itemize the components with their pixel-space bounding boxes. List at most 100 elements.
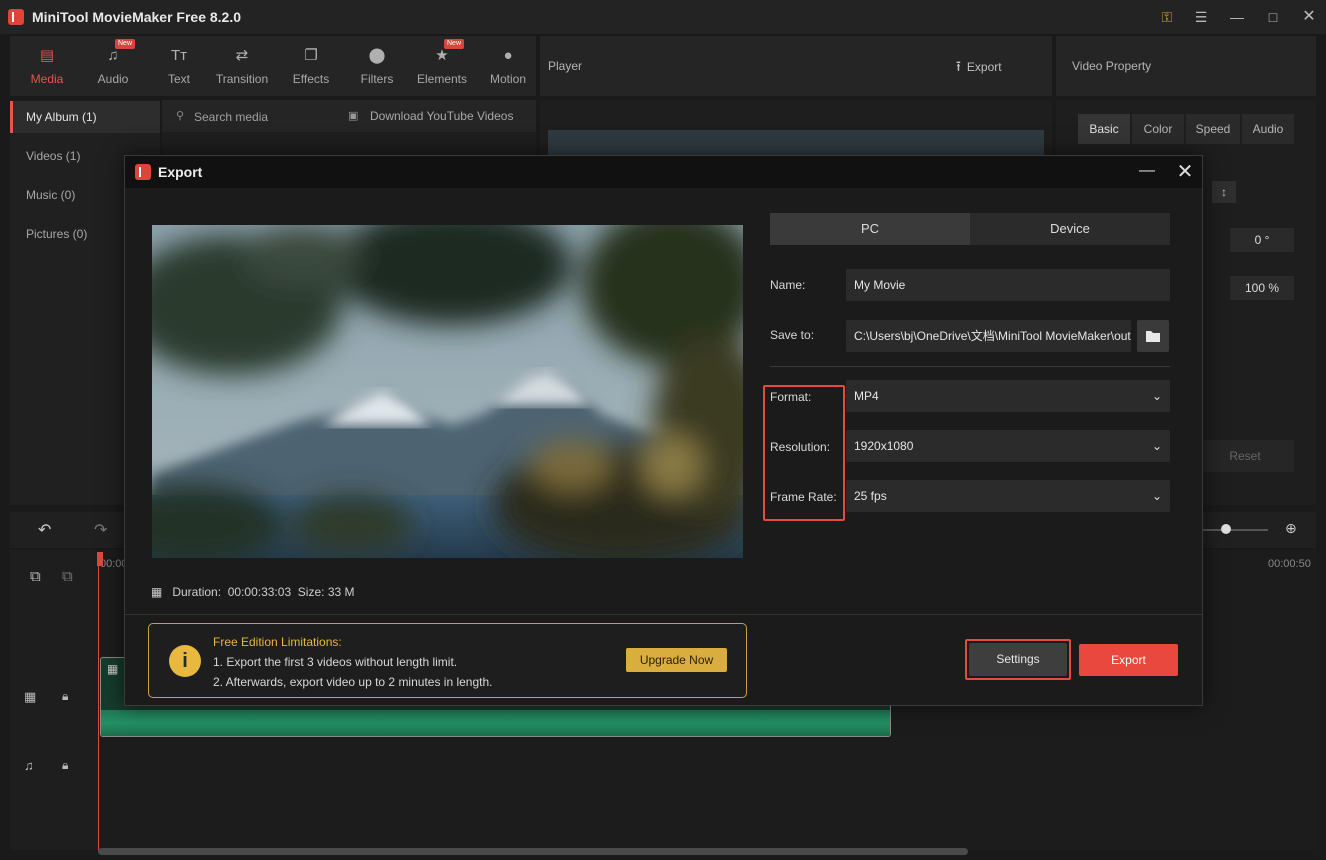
tool-media[interactable]: ▤ Media xyxy=(15,46,79,90)
player-label: Player xyxy=(548,59,583,73)
tool-label: Motion xyxy=(489,72,527,86)
app-logo-icon xyxy=(135,164,151,180)
reset-button[interactable]: Reset xyxy=(1196,440,1294,472)
timeline-scrollbar[interactable] xyxy=(98,848,968,855)
app-title: MiniTool MovieMaker Free 8.2.0 xyxy=(32,9,242,25)
chevron-down-icon: ⌄ xyxy=(1151,389,1162,403)
tab-audio[interactable]: Audio xyxy=(1242,114,1294,144)
zoom-slider[interactable] xyxy=(1200,529,1268,531)
tab-device[interactable]: Device xyxy=(970,213,1170,245)
playhead[interactable] xyxy=(98,552,99,852)
browse-folder-button[interactable] xyxy=(1137,320,1169,352)
text-icon: Tᴛ xyxy=(170,47,188,64)
tool-label: Media xyxy=(30,72,64,86)
free-edition-limit-notice: i Free Edition Limitations: 1. Export th… xyxy=(148,623,747,698)
divider xyxy=(770,366,1170,367)
settings-button[interactable]: Settings xyxy=(969,643,1067,676)
music-track-icon: ♫ xyxy=(24,758,34,773)
tab-basic[interactable]: Basic xyxy=(1078,114,1130,144)
zoom-in-icon[interactable]: ⊕ xyxy=(1285,520,1297,537)
zoom-slider-thumb[interactable] xyxy=(1221,524,1231,534)
resolution-select[interactable]: 1920x1080 ⌄ xyxy=(846,430,1170,462)
tool-elements[interactable]: New ★ Elements xyxy=(410,39,474,90)
clip-audio-waveform xyxy=(101,710,890,736)
name-field[interactable]: My Movie xyxy=(846,269,1170,301)
format-select[interactable]: MP4 ⌄ xyxy=(846,380,1170,412)
dialog-title-bar: Export — ✕ xyxy=(125,156,1202,188)
lock-icon[interactable]: 🔒︎ xyxy=(62,758,68,773)
remove-track-icon[interactable]: ⧉ xyxy=(62,568,73,585)
add-track-icon[interactable]: ⧉ xyxy=(30,568,41,585)
search-input[interactable]: Search media xyxy=(194,110,268,124)
frame-rate-value: 25 fps xyxy=(854,489,887,503)
motion-icon: ● xyxy=(503,47,513,64)
lock-icon[interactable]: 🔒︎ xyxy=(62,689,68,704)
save-path-field[interactable]: C:\Users\bj\OneDrive\文档\MiniTool MovieMa… xyxy=(846,320,1131,352)
album-my-album[interactable]: My Album (1) xyxy=(10,101,160,133)
export-preview-image xyxy=(152,225,743,558)
rotation-value[interactable]: 0 ° xyxy=(1230,228,1294,252)
tool-effects[interactable]: ❐ Effects xyxy=(279,46,343,90)
track-headers: ⧉ ⧉ ▦ 🔒︎ ♫ 🔒︎ xyxy=(10,550,98,850)
clip-film-icon: ▦ xyxy=(107,662,119,676)
resolution-value: 1920x1080 xyxy=(854,439,914,453)
film-icon: ▦ xyxy=(151,585,163,599)
player-export-label: Export xyxy=(966,60,1002,74)
dialog-close-icon[interactable]: ✕ xyxy=(1173,160,1197,184)
tool-audio[interactable]: New ♫ Audio xyxy=(81,39,145,90)
tool-filters[interactable]: ⬤ Filters xyxy=(345,46,409,90)
undo-icon[interactable]: ↶ xyxy=(38,520,51,540)
annotation-highlight-box xyxy=(763,385,845,521)
maximize-icon[interactable]: □ xyxy=(1262,6,1284,28)
title-bar: MiniTool MovieMaker Free 8.2.0 ⚿ ☰ — □ ✕ xyxy=(0,0,1326,34)
tool-label: Audio xyxy=(97,72,129,86)
video-track-icon: ▦ xyxy=(24,689,37,704)
music-note-icon: ♫ xyxy=(107,47,119,64)
tab-color[interactable]: Color xyxy=(1132,114,1184,144)
close-icon[interactable]: ✕ xyxy=(1298,6,1320,28)
new-badge: New xyxy=(444,39,465,49)
property-header: Video Property xyxy=(1056,36,1316,96)
chevron-down-icon: ⌄ xyxy=(1151,489,1162,503)
limit-line-1: 1. Export the first 3 videos without len… xyxy=(213,655,458,669)
export-info-row: ▦ Duration: 00:00:33:03 Size: 33 M xyxy=(151,585,355,601)
limit-line-2: 2. Afterwards, export video up to 2 minu… xyxy=(213,675,493,689)
search-icon: ⚲ xyxy=(176,110,185,122)
tool-label: Elements xyxy=(416,72,468,86)
effects-icon: ❐ xyxy=(304,47,318,64)
download-icon: ▣ xyxy=(348,110,359,122)
chevron-down-icon: ⌄ xyxy=(1151,439,1162,453)
scale-value[interactable]: 100 % xyxy=(1230,276,1294,300)
property-title: Video Property xyxy=(1072,59,1152,73)
dialog-title: Export xyxy=(158,164,203,180)
player-export-button[interactable]: ⭱ Export xyxy=(956,56,1002,80)
tool-motion[interactable]: ● Motion xyxy=(476,46,540,90)
flip-vertical-icon[interactable]: ↕ xyxy=(1212,181,1236,203)
media-search-bar: ⚲ Search media ▣ Download YouTube Videos xyxy=(162,100,536,132)
tab-speed[interactable]: Speed xyxy=(1186,114,1240,144)
upload-icon: ⭱ xyxy=(956,58,961,74)
export-dialog: Export — ✕ ▦ Duration: 00:00:33:03 Size:… xyxy=(124,155,1203,706)
tab-pc[interactable]: PC xyxy=(770,213,970,245)
tool-text[interactable]: Tᴛ Text xyxy=(147,46,211,90)
transition-arrows-icon: ⇄ xyxy=(235,47,249,64)
menu-icon[interactable]: ☰ xyxy=(1190,6,1212,28)
player-header: Player ⭱ Export xyxy=(540,36,1052,96)
download-youtube-button[interactable]: Download YouTube Videos xyxy=(370,109,513,123)
time-end: 00:00:50 xyxy=(1268,558,1311,570)
size-value: 33 M xyxy=(327,585,355,599)
key-icon[interactable]: ⚿ xyxy=(1156,6,1178,28)
redo-icon[interactable]: ↷ xyxy=(94,520,107,540)
duration-value: 00:00:33:03 xyxy=(227,585,292,599)
info-icon: i xyxy=(169,645,201,677)
duration-label: Duration: xyxy=(172,585,222,599)
tool-label: Text xyxy=(167,72,190,86)
dialog-minimize-icon[interactable]: — xyxy=(1136,162,1158,182)
frame-rate-select[interactable]: 25 fps ⌄ xyxy=(846,480,1170,512)
main-toolbar: ▤ Media New ♫ Audio Tᴛ Text ⇄ Transition… xyxy=(10,36,536,96)
size-label: Size: xyxy=(297,585,325,599)
minimize-icon[interactable]: — xyxy=(1226,6,1248,28)
tool-transition[interactable]: ⇄ Transition xyxy=(210,46,274,90)
export-button[interactable]: Export xyxy=(1079,644,1178,676)
upgrade-now-button[interactable]: Upgrade Now xyxy=(626,648,727,672)
